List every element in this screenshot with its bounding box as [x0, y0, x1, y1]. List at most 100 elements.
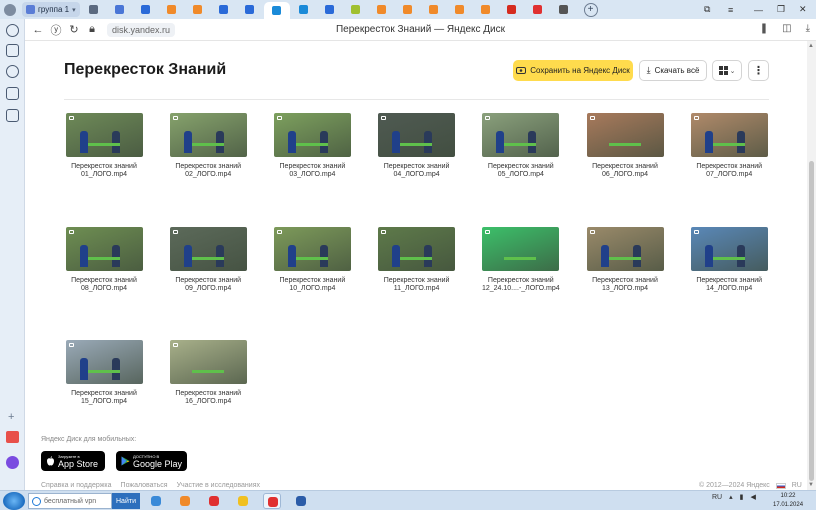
- file-item[interactable]: Перекресток знаний 16_ЛОГО.mp4: [168, 340, 248, 406]
- taskbar-app-icon[interactable]: [292, 493, 310, 509]
- video-thumbnail[interactable]: [378, 113, 456, 157]
- browser-tab[interactable]: [263, 2, 290, 19]
- file-item[interactable]: Перекресток знаний 12_24.10....-_ЛОГО.mp4: [481, 226, 561, 293]
- reload-button[interactable]: ↻: [65, 23, 83, 36]
- mail-icon[interactable]: [6, 431, 19, 443]
- video-thumbnail[interactable]: [169, 113, 247, 157]
- footer-link-help[interactable]: Справка и поддержка: [41, 482, 112, 489]
- yandex-id-icon[interactable]: ⓨ: [47, 22, 65, 38]
- browser-tab[interactable]: [526, 2, 550, 17]
- scroll-up-icon[interactable]: ▲: [808, 43, 814, 49]
- save-to-disk-button[interactable]: Сохранить на Яндекс Диск: [513, 60, 633, 81]
- video-thumbnail[interactable]: [690, 113, 768, 157]
- profile-icon[interactable]: [0, 0, 20, 19]
- video-thumbnail[interactable]: [378, 226, 456, 271]
- file-item[interactable]: Перекресток знаний 15_ЛОГО.mp4: [64, 340, 144, 406]
- video-thumbnail[interactable]: [65, 340, 143, 384]
- video-thumbnail[interactable]: [65, 226, 143, 271]
- page-scrollbar[interactable]: ▲ ▼: [807, 41, 816, 490]
- browser-tab[interactable]: [396, 2, 420, 17]
- history-icon[interactable]: [6, 24, 19, 37]
- browser-tab[interactable]: [344, 2, 368, 17]
- file-item[interactable]: Перекресток знаний 05_ЛОГО.mp4: [481, 113, 561, 179]
- taskbar-app-icon[interactable]: [234, 493, 252, 509]
- taskbar-app-icon[interactable]: [263, 493, 281, 509]
- bookmark-icon[interactable]: ❚: [760, 23, 768, 34]
- url-field[interactable]: disk.yandex.ru: [107, 22, 176, 37]
- video-thumbnail[interactable]: [169, 340, 247, 384]
- video-thumbnail[interactable]: [482, 113, 560, 157]
- file-item[interactable]: Перекресток знаний 11_ЛОГО.mp4: [377, 226, 457, 293]
- video-thumbnail[interactable]: [586, 113, 664, 157]
- video-thumbnail[interactable]: [65, 113, 143, 157]
- tab-group-chip[interactable]: группа 1 ▾: [22, 2, 80, 17]
- maximize-button[interactable]: ❐: [777, 0, 785, 19]
- tray-arrow-icon[interactable]: ▴: [729, 493, 733, 501]
- taskbar-clock[interactable]: 10:22 17.01.2024: [773, 492, 803, 510]
- browser-tab[interactable]: [422, 2, 446, 17]
- menu-icon[interactable]: ≡: [728, 0, 733, 19]
- file-item[interactable]: Перекресток знаний 10_ЛОГО.mp4: [272, 226, 352, 293]
- browser-tab[interactable]: [186, 2, 210, 17]
- video-icon[interactable]: [6, 65, 19, 78]
- browser-tab[interactable]: [500, 2, 524, 17]
- close-window-button[interactable]: ✕: [799, 0, 807, 19]
- lock-icon[interactable]: 🔒︎: [83, 23, 101, 36]
- file-item[interactable]: Перекресток знаний 08_ЛОГО.mp4: [64, 226, 144, 293]
- browser-tab[interactable]: [82, 2, 106, 17]
- collections-icon[interactable]: [6, 44, 19, 57]
- calendar-icon[interactable]: [6, 87, 19, 100]
- file-item[interactable]: Перекресток знаний 06_ЛОГО.mp4: [585, 113, 665, 179]
- taskbar-app-icon[interactable]: [176, 493, 194, 509]
- video-thumbnail[interactable]: [690, 226, 768, 271]
- more-options-button[interactable]: ⋮: [748, 60, 769, 81]
- minimize-button[interactable]: —: [754, 0, 763, 19]
- file-item[interactable]: Перекресток знаний 07_ЛОГО.mp4: [689, 113, 769, 179]
- browser-tab[interactable]: [370, 2, 394, 17]
- video-thumbnail[interactable]: [482, 226, 560, 271]
- video-thumbnail[interactable]: [273, 226, 351, 271]
- file-item[interactable]: Перекресток знаний 09_ЛОГО.mp4: [168, 226, 248, 293]
- view-mode-button[interactable]: ⌄: [712, 60, 742, 81]
- footer-link-report[interactable]: Пожаловаться: [121, 482, 168, 489]
- volume-icon[interactable]: ◀: [751, 493, 756, 501]
- taskbar-app-icon[interactable]: [205, 493, 223, 509]
- taskbar-search-input[interactable]: бесплатный vpn: [28, 493, 112, 509]
- back-button[interactable]: ←: [29, 24, 47, 36]
- browser-tab[interactable]: [292, 2, 316, 17]
- language-switcher[interactable]: RU: [792, 482, 802, 489]
- file-item[interactable]: Перекресток знаний 13_ЛОГО.mp4: [585, 226, 665, 293]
- taskbar-find-button[interactable]: Найти: [112, 493, 140, 509]
- notes-icon[interactable]: [6, 109, 19, 122]
- download-icon[interactable]: ⤓: [806, 23, 810, 34]
- tray-language[interactable]: RU: [712, 494, 722, 501]
- file-item[interactable]: Перекресток знаний 02_ЛОГО.mp4: [168, 113, 248, 179]
- reader-icon[interactable]: ◫: [782, 23, 791, 34]
- google-play-button[interactable]: ДОСТУПНО В Google Play: [116, 451, 187, 471]
- browser-tab[interactable]: [552, 2, 576, 17]
- browser-tab[interactable]: [448, 2, 472, 17]
- download-all-button[interactable]: ⤓ Скачать всё: [639, 60, 707, 81]
- scrollbar-thumb[interactable]: [809, 161, 814, 481]
- alice-icon[interactable]: [6, 456, 19, 469]
- browser-tab[interactable]: [212, 2, 236, 17]
- browser-tab[interactable]: [238, 2, 262, 17]
- footer-link-research[interactable]: Участие в исследованиях: [177, 482, 260, 489]
- app-store-button[interactable]: Загрузите в App Store: [41, 451, 105, 471]
- scroll-down-icon[interactable]: ▼: [808, 482, 814, 488]
- file-item[interactable]: Перекресток знаний 01_ЛОГО.mp4: [64, 113, 144, 179]
- browser-tab[interactable]: [160, 2, 184, 17]
- taskbar-app-icon[interactable]: [147, 493, 165, 509]
- tabs-menu-icon[interactable]: ⧉: [704, 0, 710, 19]
- new-tab-button[interactable]: +: [583, 2, 598, 17]
- browser-tab[interactable]: [134, 2, 158, 17]
- file-item[interactable]: Перекресток знаний 03_ЛОГО.mp4: [272, 113, 352, 179]
- file-item[interactable]: Перекресток знаний 04_ЛОГО.mp4: [377, 113, 457, 179]
- network-icon[interactable]: ▮: [740, 493, 744, 501]
- file-item[interactable]: Перекресток знаний 14_ЛОГО.mp4: [689, 226, 769, 293]
- browser-tab[interactable]: [318, 2, 342, 17]
- start-button[interactable]: [3, 492, 25, 510]
- add-panel-icon[interactable]: +: [8, 411, 14, 423]
- video-thumbnail[interactable]: [169, 226, 247, 271]
- browser-tab[interactable]: [108, 2, 132, 17]
